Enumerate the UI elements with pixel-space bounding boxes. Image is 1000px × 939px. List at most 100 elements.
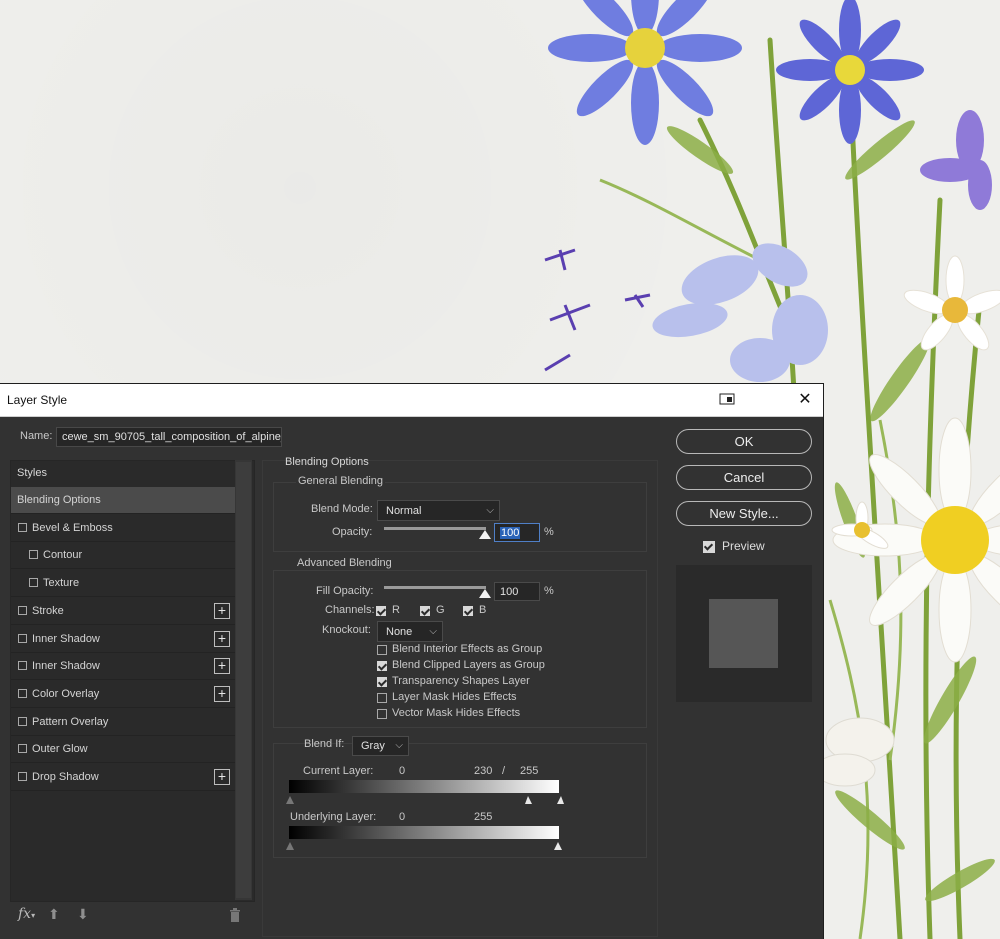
style-item-texture[interactable]: Texture (11, 570, 235, 598)
current-layer-high-handle[interactable] (557, 796, 564, 804)
style-item-label: Contour (43, 549, 83, 562)
blend-mode-select[interactable]: Normal ⌵ (377, 500, 500, 521)
fill-opacity-input[interactable]: 100 (494, 582, 540, 601)
style-item-stroke[interactable]: Stroke + (11, 598, 235, 625)
opacity-slider-thumb[interactable] (479, 530, 491, 539)
advanced-option-label: Layer Mask Hides Effects (392, 691, 517, 703)
channel-b-checkbox[interactable] (463, 606, 473, 616)
preview-checkbox[interactable] (703, 541, 715, 553)
current-layer-split-handle[interactable] (525, 796, 532, 804)
vector-mask-hides-effects-checkbox[interactable] (377, 709, 387, 719)
style-checkbox[interactable] (18, 772, 27, 781)
style-item-color-overlay[interactable]: Color Overlay + (11, 681, 235, 708)
style-checkbox[interactable] (18, 744, 27, 754)
style-checkbox[interactable] (18, 605, 27, 615)
blend-if-value: Gray (361, 740, 385, 752)
fill-opacity-slider-track[interactable] (384, 586, 486, 589)
style-checkbox[interactable] (29, 550, 38, 560)
blend-clipped-layers-as-group-checkbox[interactable] (377, 661, 387, 671)
fill-opacity-label: Fill Opacity: (316, 585, 374, 597)
blend-if-group (273, 743, 647, 858)
fx-icon[interactable]: fx▾ (18, 906, 35, 922)
underlying-layer-low-handle[interactable] (286, 842, 294, 850)
style-item-pattern-overlay[interactable]: Pattern Overlay (11, 709, 235, 736)
cancel-button[interactable]: Cancel (676, 465, 812, 490)
style-item-label: Color Overlay (32, 687, 100, 700)
name-label: Name: (20, 430, 53, 442)
chevron-down-icon: ⌵ (429, 626, 437, 637)
knockout-select[interactable]: None ⌵ (377, 621, 443, 642)
style-item-drop-shadow[interactable]: Drop Shadow + (11, 764, 235, 791)
add-effect-icon[interactable]: + (214, 602, 230, 619)
current-layer-high: 255 (520, 765, 539, 777)
advanced-option-label: Blend Interior Effects as Group (392, 643, 543, 655)
underlying-layer-high-handle[interactable] (554, 842, 562, 850)
channel-g-label: G (436, 604, 445, 616)
general-blending-title: General Blending (296, 475, 386, 487)
styles-header[interactable]: Styles (17, 467, 47, 479)
knockout-value: None (386, 626, 413, 638)
layer-style-dialog: Layer Style ✕ Name: cewe_sm_90705_tall_c… (0, 384, 823, 939)
add-effect-icon[interactable]: + (214, 769, 230, 785)
advanced-option-label: Vector Mask Hides Effects (392, 707, 521, 719)
opacity-slider-track[interactable] (384, 527, 486, 530)
underlying-layer-low: 0 (399, 811, 406, 823)
channel-g-checkbox[interactable] (420, 606, 430, 616)
add-effect-icon[interactable]: + (214, 630, 230, 647)
channel-r-checkbox[interactable] (376, 606, 386, 616)
style-item-outer-glow[interactable]: Outer Glow (11, 736, 235, 764)
style-item-label: Outer Glow (32, 743, 88, 756)
ok-button[interactable]: OK (676, 429, 812, 454)
advanced-blending-title: Advanced Blending (295, 557, 394, 569)
blending-options-title: Blending Options (285, 456, 369, 468)
style-checkbox[interactable] (18, 633, 27, 643)
styles-scrollbar-thumb[interactable] (236, 462, 251, 898)
fill-opacity-slider-thumb[interactable] (479, 589, 491, 598)
opacity-input[interactable]: 100 (494, 523, 540, 542)
current-layer-low-handle[interactable] (286, 796, 294, 804)
style-item-label: Inner Shadow (32, 660, 100, 673)
style-item-bevel-emboss[interactable]: Bevel & Emboss (11, 515, 235, 542)
style-checkbox[interactable] (18, 716, 27, 726)
style-item-label: Pattern Overlay (32, 715, 109, 728)
style-item-label: Blending Options (17, 494, 101, 506)
opacity-label: Opacity: (332, 526, 373, 538)
channel-b-label: B (479, 604, 487, 616)
transparency-shapes-layer-checkbox[interactable] (377, 677, 387, 687)
style-item-inner-shadow[interactable]: Inner Shadow + (11, 653, 235, 681)
blend-mode-label: Blend Mode: (311, 503, 373, 515)
channel-r-label: R (392, 604, 400, 616)
style-checkbox[interactable] (18, 522, 27, 532)
preview-label: Preview (722, 539, 765, 553)
layer-mask-hides-effects-checkbox[interactable] (377, 693, 387, 703)
style-item-contour[interactable]: Contour (11, 542, 235, 570)
opacity-value: 100 (500, 527, 521, 539)
layer-name-field[interactable]: cewe_sm_90705_tall_composition_of_alpine… (56, 427, 282, 447)
restore-icon[interactable] (719, 393, 735, 405)
preview-swatch (709, 599, 778, 668)
style-checkbox[interactable] (18, 661, 27, 671)
move-up-icon[interactable]: ⬆ (48, 906, 60, 923)
blend-if-select[interactable]: Gray ⌵ (352, 736, 409, 756)
style-item-label: Stroke (32, 604, 64, 617)
title-bar[interactable]: Layer Style ✕ (0, 384, 823, 417)
knockout-label: Knockout: (322, 624, 371, 636)
blend-interior-effects-as-group-checkbox[interactable] (377, 645, 387, 655)
style-checkbox[interactable] (29, 578, 38, 588)
move-down-icon[interactable]: ⬇ (77, 906, 89, 923)
current-layer-low: 0 (399, 765, 406, 777)
add-effect-icon[interactable]: + (214, 658, 230, 675)
trash-icon[interactable] (229, 908, 241, 922)
advanced-option-label: Transparency Shapes Layer (392, 675, 530, 687)
add-effect-icon[interactable]: + (214, 685, 230, 702)
style-item-blending-options[interactable]: Blending Options (11, 487, 235, 514)
style-checkbox[interactable] (18, 688, 27, 698)
current-layer-label: Current Layer: (303, 765, 374, 777)
style-item-inner-shadow[interactable]: Inner Shadow + (11, 626, 235, 653)
chevron-down-icon: ⌵ (395, 740, 403, 751)
close-icon[interactable]: ✕ (796, 391, 814, 409)
new-style-button[interactable]: New Style... (676, 501, 812, 526)
current-layer-split: 230 (474, 765, 493, 777)
advanced-option-label: Blend Clipped Layers as Group (392, 659, 545, 671)
style-item-label: Bevel & Emboss (32, 521, 113, 534)
